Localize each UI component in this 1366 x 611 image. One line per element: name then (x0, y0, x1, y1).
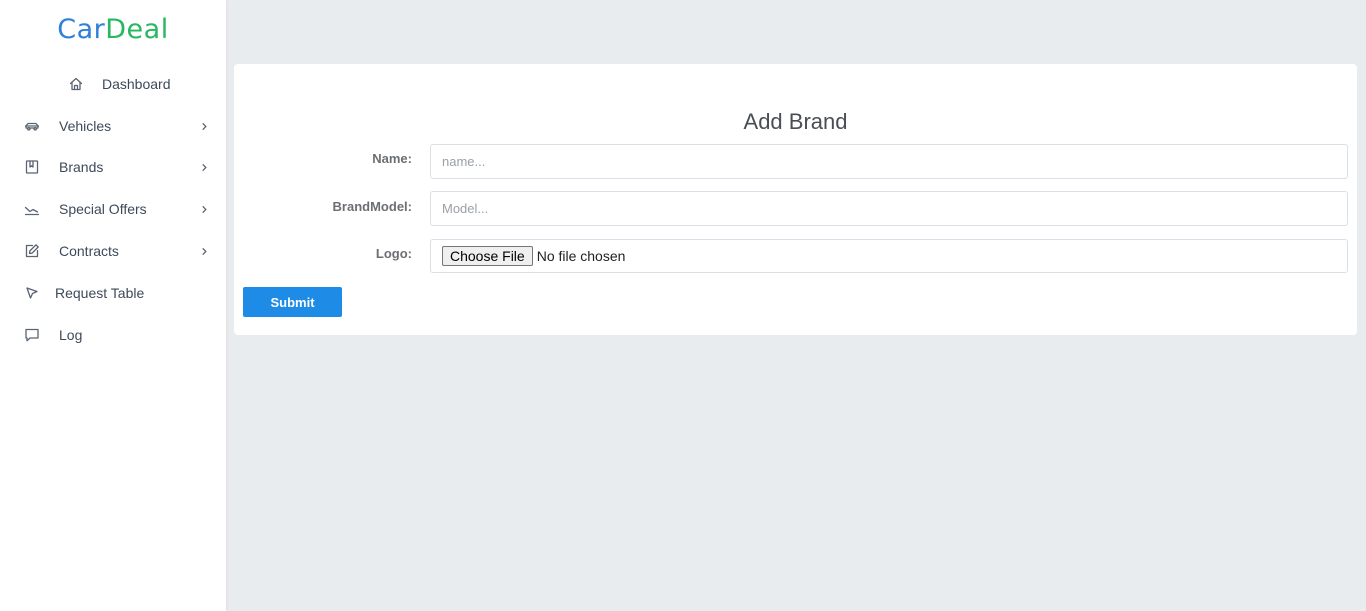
sidebar-item-contracts[interactable]: Contracts (0, 233, 226, 269)
sidebar-item-label: Brands (59, 159, 104, 175)
car-icon (24, 118, 40, 134)
page-title: Add Brand (743, 109, 848, 134)
add-brand-card: Add Brand Name: BrandModel: Logo: Choose… (234, 64, 1357, 335)
chevron-right-icon (199, 246, 209, 256)
name-input[interactable] (430, 144, 1348, 179)
brand-model-label: BrandModel: (332, 199, 412, 214)
submit-button[interactable]: Submit (243, 287, 342, 317)
message-icon (24, 327, 40, 343)
sidebar-item-brands[interactable]: Brands (0, 149, 226, 185)
bookmark-icon (24, 159, 40, 175)
sidebar-item-label: Dashboard (102, 76, 171, 92)
chevron-right-icon (199, 121, 209, 131)
logo-text-deal: Deal (105, 14, 169, 45)
sidebar-item-label: Log (59, 327, 83, 343)
sidebar-item-label: Request Table (55, 285, 145, 301)
sidebar-item-special-offers[interactable]: Special Offers (0, 191, 226, 227)
app-logo[interactable]: CarDeal (0, 14, 226, 45)
sidebar-item-label: Contracts (59, 243, 119, 259)
home-icon (68, 76, 84, 92)
brand-model-input[interactable] (430, 191, 1348, 226)
chevron-right-icon (199, 204, 209, 214)
name-label: Name: (372, 151, 412, 166)
logo-text-car: Car (57, 14, 106, 45)
sidebar-item-request-table[interactable]: Request Table (0, 275, 226, 311)
file-status: No file chosen (536, 248, 626, 264)
sidebar-item-log[interactable]: Log (0, 317, 226, 353)
chevron-right-icon (199, 162, 209, 172)
cursor-icon (24, 285, 40, 301)
logo-file-input: Choose File No file chosen (430, 239, 1348, 273)
sidebar-item-dashboard[interactable]: Dashboard (0, 66, 226, 102)
choose-file-button[interactable]: Choose File (442, 246, 533, 266)
trending-down-icon (24, 201, 40, 217)
sidebar: CarDeal Dashboard Vehicles Brands Specia… (0, 0, 226, 611)
edit-icon (24, 243, 40, 259)
sidebar-item-label: Vehicles (59, 118, 112, 134)
logo-label: Logo: (375, 246, 412, 261)
sidebar-item-label: Special Offers (59, 201, 147, 217)
sidebar-item-vehicles[interactable]: Vehicles (0, 108, 226, 144)
